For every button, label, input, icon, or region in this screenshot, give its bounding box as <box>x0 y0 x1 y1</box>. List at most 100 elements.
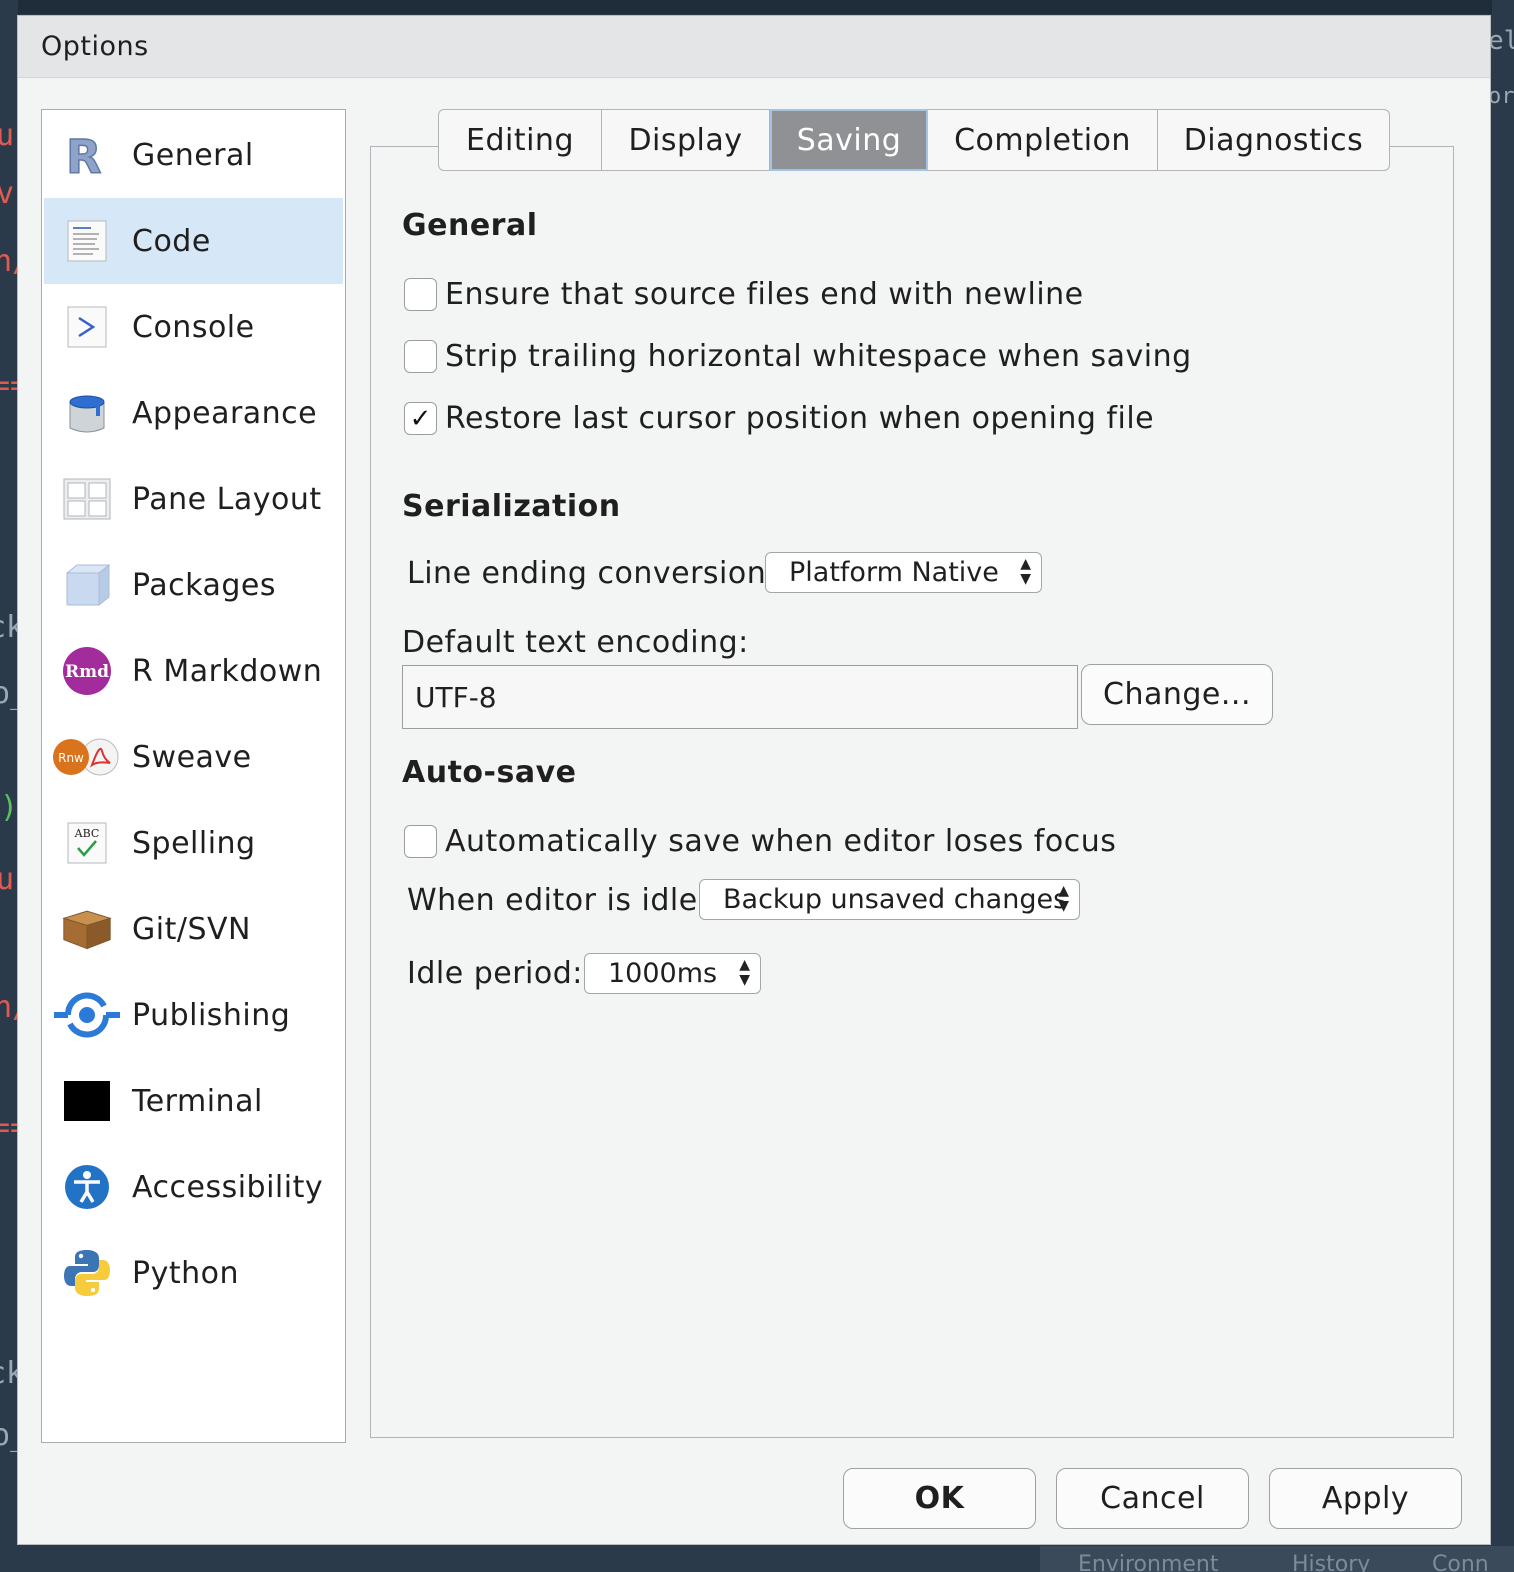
sidebar-item-label: Spelling <box>132 825 256 861</box>
sidebar-item-spelling[interactable]: ABC Spelling <box>44 800 343 886</box>
ensure-newline-label: Ensure that source files end with newlin… <box>445 277 1084 312</box>
sidebar-item-label: Accessibility <box>132 1169 324 1205</box>
background-editor-strip <box>0 0 18 1572</box>
options-dialog: Options R General Code Console Appearanc <box>17 15 1491 1545</box>
restore-cursor-checkbox[interactable]: ✓ <box>404 402 437 435</box>
dialog-title: Options <box>41 31 149 62</box>
select-arrows-icon: ▲ ▼ <box>1058 883 1069 914</box>
cancel-button[interactable]: Cancel <box>1056 1468 1249 1529</box>
sidebar-item-label: Git/SVN <box>132 911 251 947</box>
background-top-bar <box>0 0 1514 14</box>
sidebar-item-label: Pane Layout <box>132 481 322 517</box>
sidebar-item-accessibility[interactable]: Accessibility <box>44 1144 343 1230</box>
background-pane-tabbar: Environment History Conn <box>1040 1546 1514 1572</box>
sidebar-item-label: Appearance <box>132 395 318 431</box>
change-encoding-button[interactable]: Change... <box>1081 664 1273 725</box>
section-heading-serialization: Serialization <box>402 489 621 524</box>
sidebar-item-console[interactable]: Console <box>44 284 343 370</box>
package-box-icon <box>62 560 112 610</box>
background-code-fragment: v <box>0 176 15 211</box>
background-window-fragment: or <box>1488 84 1514 109</box>
ok-button[interactable]: OK <box>843 1468 1036 1529</box>
ensure-newline-checkbox[interactable] <box>404 278 437 311</box>
autosave-lose-focus-option[interactable]: Automatically save when editor loses foc… <box>404 824 1116 859</box>
background-tab-environment[interactable]: Environment <box>1078 1550 1258 1572</box>
sidebar-item-general[interactable]: R General <box>44 112 343 198</box>
options-sidebar: R General Code Console Appearance Pane L… <box>41 109 346 1443</box>
tab-completion[interactable]: Completion <box>928 109 1158 171</box>
ensure-newline-option[interactable]: Ensure that source files end with newlin… <box>404 277 1084 312</box>
sidebar-item-label: Python <box>132 1255 239 1291</box>
sidebar-item-pane-layout[interactable]: Pane Layout <box>44 456 343 542</box>
git-box-icon <box>62 904 112 954</box>
code-document-icon <box>62 216 112 266</box>
section-heading-autosave: Auto-save <box>402 755 577 790</box>
restore-cursor-label: Restore last cursor position when openin… <box>445 401 1155 436</box>
background-code-fragment: u <box>0 862 15 897</box>
encoding-field[interactable]: UTF-8 <box>402 665 1078 729</box>
accessibility-icon <box>62 1162 112 1212</box>
sidebar-item-sweave[interactable]: Rnw Sweave <box>44 714 343 800</box>
section-heading-general: General <box>402 208 538 243</box>
autosave-lose-focus-label: Automatically save when editor loses foc… <box>445 824 1117 859</box>
line-ending-value: Platform Native <box>789 557 999 588</box>
sidebar-item-label: R Markdown <box>132 653 323 689</box>
rmd-icon: Rmd <box>62 646 112 696</box>
sidebar-item-git-svn[interactable]: Git/SVN <box>44 886 343 972</box>
idle-period-label: Idle period: <box>407 956 583 991</box>
svg-text:Rmd: Rmd <box>65 662 109 682</box>
terminal-icon <box>62 1076 112 1126</box>
background-window-fragment: el <box>1488 26 1514 56</box>
checkmark-icon: ✓ <box>409 403 432 434</box>
idle-action-label: When editor is idle: <box>407 883 709 918</box>
line-ending-label: Line ending conversion: <box>407 556 777 591</box>
line-ending-select[interactable]: Platform Native ▲ ▼ <box>765 552 1042 593</box>
pane-grid-icon <box>62 474 112 524</box>
tab-diagnostics[interactable]: Diagnostics <box>1158 109 1390 171</box>
tab-display[interactable]: Display <box>602 109 770 171</box>
sidebar-item-label: Publishing <box>132 997 291 1033</box>
r-logo-icon: R <box>62 130 112 180</box>
idle-period-select[interactable]: 1000ms ▲ ▼ <box>584 953 761 994</box>
select-arrows-icon: ▲ ▼ <box>739 957 750 988</box>
sidebar-item-code[interactable]: Code <box>44 198 343 284</box>
sidebar-item-appearance[interactable]: Appearance <box>44 370 343 456</box>
svg-text:R: R <box>66 133 101 177</box>
sidebar-item-label: Packages <box>132 567 276 603</box>
svg-text:Rnw: Rnw <box>58 751 84 765</box>
background-tab-connections[interactable]: Conn <box>1432 1550 1514 1572</box>
sweave-pdf-icon: Rnw <box>52 732 122 782</box>
sidebar-item-terminal[interactable]: Terminal <box>44 1058 343 1144</box>
paint-bucket-icon <box>62 388 112 438</box>
encoding-label: Default text encoding: <box>402 625 749 660</box>
sidebar-item-label: General <box>132 137 254 173</box>
sidebar-item-label: Code <box>132 223 211 259</box>
sidebar-item-r-markdown[interactable]: Rmd R Markdown <box>44 628 343 714</box>
restore-cursor-option[interactable]: ✓ Restore last cursor position when open… <box>404 401 1154 436</box>
strip-whitespace-label: Strip trailing horizontal whitespace whe… <box>445 339 1192 374</box>
python-icon <box>62 1248 112 1298</box>
background-tab-history[interactable]: History <box>1292 1550 1402 1572</box>
dialog-titlebar[interactable]: Options <box>18 16 1490 78</box>
console-prompt-icon <box>62 302 112 352</box>
idle-action-value: Backup unsaved changes <box>723 884 1068 915</box>
autosave-lose-focus-checkbox[interactable] <box>404 825 437 858</box>
sidebar-item-python[interactable]: Python <box>44 1230 343 1316</box>
select-arrows-icon: ▲ ▼ <box>1020 556 1031 587</box>
sidebar-item-label: Console <box>132 309 255 345</box>
tab-editing[interactable]: Editing <box>438 109 602 171</box>
sidebar-item-packages[interactable]: Packages <box>44 542 343 628</box>
spelling-check-icon: ABC <box>62 818 112 868</box>
svg-text:ABC: ABC <box>74 827 100 840</box>
apply-button[interactable]: Apply <box>1269 1468 1462 1529</box>
sidebar-item-publishing[interactable]: Publishing <box>44 972 343 1058</box>
strip-whitespace-option[interactable]: Strip trailing horizontal whitespace whe… <box>404 339 1192 374</box>
strip-whitespace-checkbox[interactable] <box>404 340 437 373</box>
background-code-fragment: u <box>0 118 15 153</box>
sidebar-item-label: Terminal <box>132 1083 263 1119</box>
options-tabbar: Editing Display Saving Completion Diagno… <box>438 109 1390 171</box>
background-right-strip <box>1492 0 1514 1572</box>
idle-period-value: 1000ms <box>608 958 718 989</box>
idle-action-select[interactable]: Backup unsaved changes ▲ ▼ <box>699 879 1080 920</box>
tab-saving[interactable]: Saving <box>770 109 928 171</box>
